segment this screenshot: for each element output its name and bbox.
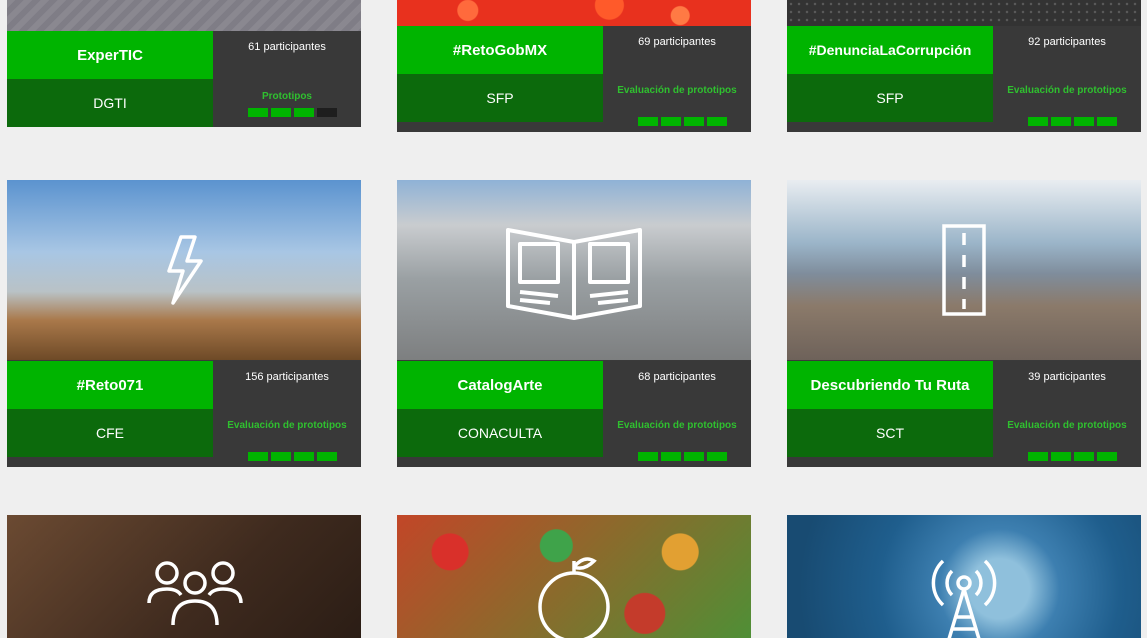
- card-title[interactable]: Descubriendo Tu Ruta: [787, 361, 993, 409]
- progress-segment: [1074, 117, 1094, 126]
- card-image: [397, 515, 751, 638]
- progress-segment: [661, 452, 681, 461]
- radio-tower-icon: [931, 559, 997, 638]
- progress-segment: [294, 452, 314, 461]
- card-image: [787, 515, 1141, 638]
- stage-label: Evaluación de prototipos: [617, 420, 737, 431]
- card-organization: SCT: [787, 409, 993, 457]
- progress-segment: [707, 452, 727, 461]
- progress-segment: [317, 108, 337, 117]
- progress-segment: [1097, 452, 1117, 461]
- progress-segment: [294, 108, 314, 117]
- participants-count: 69 participantes: [638, 36, 716, 48]
- people-group-icon: [147, 561, 243, 626]
- challenge-card[interactable]: #RetoGobMX SFP 69 participantes Evaluaci…: [397, 0, 751, 132]
- lightning-icon: [167, 235, 203, 305]
- progress-segment: [684, 452, 704, 461]
- fruit-icon: [538, 557, 610, 638]
- progress-segment: [707, 117, 727, 126]
- progress-segment: [1028, 452, 1048, 461]
- challenge-card[interactable]: CatalogArte CONACULTA 68 participantes E…: [397, 180, 751, 467]
- card-organization: DGTI: [7, 79, 213, 127]
- challenge-card[interactable]: ExperTIC DGTI 61 participantes Prototipo…: [7, 0, 361, 127]
- card-title[interactable]: #DenunciaLaCorrupción: [787, 26, 993, 74]
- progress-segment: [271, 452, 291, 461]
- card-title[interactable]: #RetoGobMX: [397, 26, 603, 74]
- progress-bars: [1028, 452, 1117, 461]
- progress-segment: [1074, 452, 1094, 461]
- progress-segment: [317, 452, 337, 461]
- participants-count: 92 participantes: [1028, 36, 1106, 48]
- card-title[interactable]: ExperTIC: [7, 31, 213, 79]
- progress-segment: [661, 117, 681, 126]
- stage-label: Evaluación de prototipos: [1007, 85, 1127, 96]
- card-organization: CONACULTA: [397, 409, 603, 457]
- progress-segment: [638, 117, 658, 126]
- challenge-card[interactable]: [787, 515, 1141, 638]
- progress-segment: [1051, 117, 1071, 126]
- stage-label: Prototipos: [262, 91, 312, 102]
- card-image: [787, 180, 1141, 360]
- progress-bars: [248, 452, 337, 461]
- card-image: [397, 180, 751, 360]
- progress-segment: [248, 452, 268, 461]
- participants-count: 61 participantes: [248, 41, 326, 53]
- card-image: [397, 0, 751, 26]
- challenge-card[interactable]: #DenunciaLaCorrupción SFP 92 participant…: [787, 0, 1141, 132]
- card-organization: CFE: [7, 409, 213, 457]
- stage-label: Evaluación de prototipos: [1007, 420, 1127, 431]
- stage-label: Evaluación de prototipos: [617, 85, 737, 96]
- challenge-card[interactable]: [7, 515, 361, 638]
- challenge-card[interactable]: Descubriendo Tu Ruta SCT 39 participante…: [787, 180, 1141, 467]
- participants-count: 68 participantes: [638, 371, 716, 383]
- progress-segment: [1051, 452, 1071, 461]
- progress-segment: [271, 108, 291, 117]
- participants-count: 39 participantes: [1028, 371, 1106, 383]
- progress-bars: [638, 452, 727, 461]
- participants-count: 156 participantes: [245, 371, 329, 383]
- challenge-card[interactable]: #Reto071 CFE 156 participantes Evaluació…: [7, 180, 361, 467]
- progress-bars: [638, 117, 727, 126]
- progress-segment: [638, 452, 658, 461]
- open-book-icon: [506, 228, 642, 320]
- card-title[interactable]: CatalogArte: [397, 361, 603, 409]
- progress-segment: [1097, 117, 1117, 126]
- card-organization: SFP: [787, 74, 993, 122]
- stage-label: Evaluación de prototipos: [227, 420, 347, 431]
- card-image: [7, 180, 361, 360]
- card-organization: SFP: [397, 74, 603, 122]
- card-image: [7, 515, 361, 638]
- challenge-card[interactable]: [397, 515, 751, 638]
- progress-bars: [248, 108, 337, 117]
- card-title[interactable]: #Reto071: [7, 361, 213, 409]
- card-image: [787, 0, 1141, 26]
- progress-bars: [1028, 117, 1117, 126]
- progress-segment: [684, 117, 704, 126]
- card-image: [7, 0, 361, 31]
- progress-segment: [248, 108, 268, 117]
- road-icon: [942, 224, 986, 316]
- progress-segment: [1028, 117, 1048, 126]
